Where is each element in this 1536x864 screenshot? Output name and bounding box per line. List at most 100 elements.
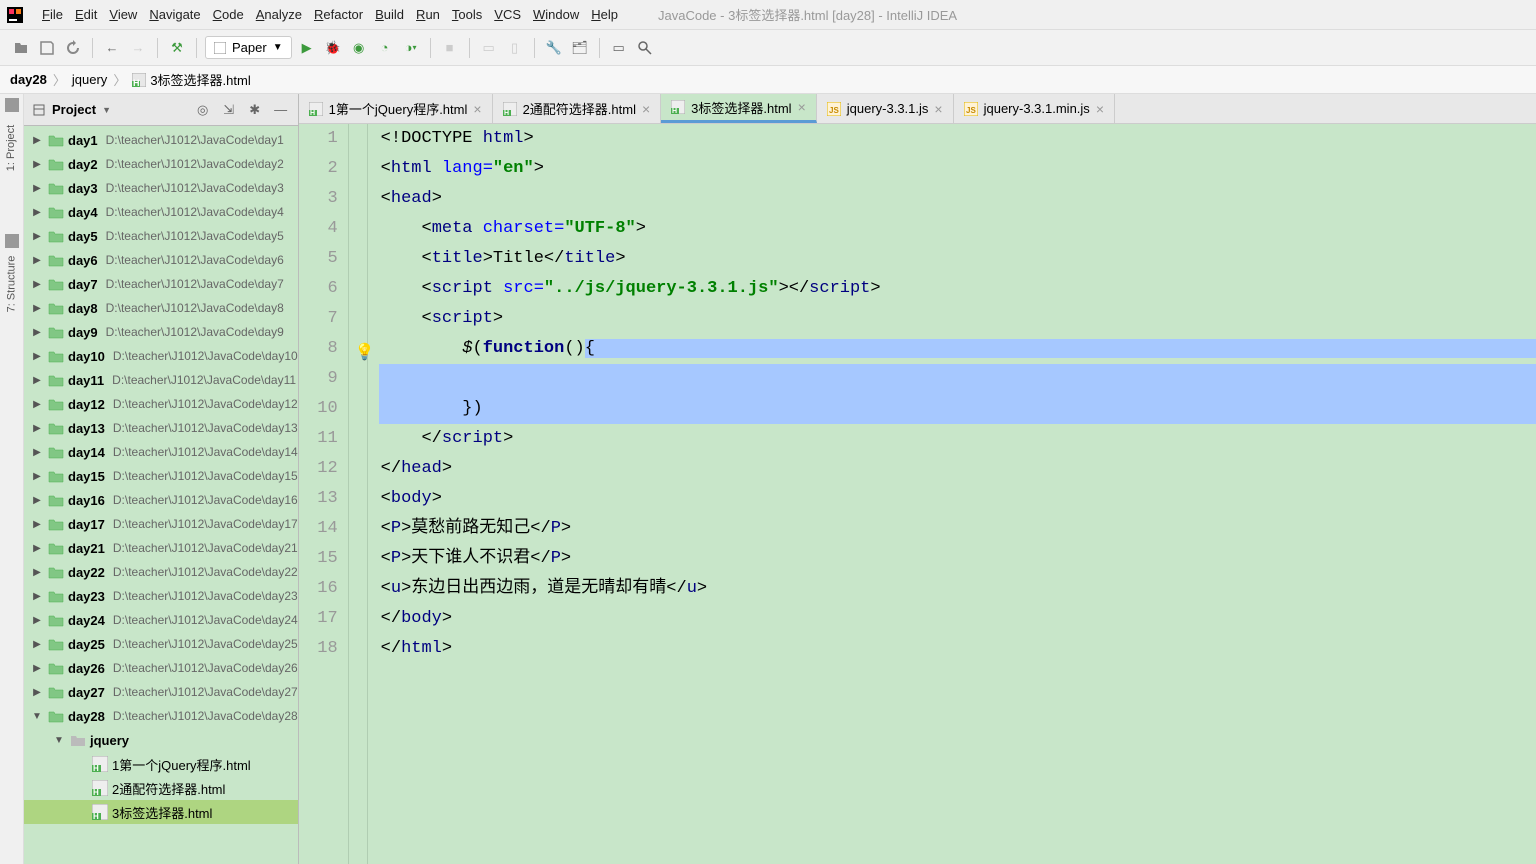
code-line[interactable]: <u>东边日出西边雨，道是无晴却有晴</u> [379,574,1536,604]
tree-item[interactable]: ▶day10D:\teacher\J1012\JavaCode\day10 [24,344,298,368]
open-icon[interactable] [10,37,32,59]
code-line[interactable]: <P>莫愁前路无知己</P> [379,514,1536,544]
project-tree[interactable]: ▶day1D:\teacher\J1012\JavaCode\day1▶day2… [24,126,298,864]
tree-item[interactable]: ▶day14D:\teacher\J1012\JavaCode\day14 [24,440,298,464]
structure-tool-icon[interactable] [5,234,19,248]
back-icon[interactable]: ← [101,37,123,59]
tree-item[interactable]: ▶day25D:\teacher\J1012\JavaCode\day25 [24,632,298,656]
menu-run[interactable]: Run [410,3,446,26]
tree-arrow-icon[interactable]: ▼ [30,709,44,723]
tree-item[interactable]: ▼jquery [24,728,298,752]
menu-window[interactable]: Window [527,3,585,26]
close-icon[interactable]: × [934,101,942,117]
code-line[interactable]: <script src="../js/jquery-3.3.1.js"></sc… [379,274,1536,304]
menu-refactor[interactable]: Refactor [308,3,369,26]
code-line[interactable]: </html> [379,634,1536,664]
tree-arrow-icon[interactable]: ▶ [30,661,44,675]
tree-arrow-icon[interactable]: ▶ [30,517,44,531]
breadcrumb-item[interactable]: jquery [72,72,107,87]
menu-help[interactable]: Help [585,3,624,26]
run-icon[interactable]: ▶ [296,37,318,59]
close-icon[interactable]: × [1096,101,1104,117]
tree-item[interactable]: ▶day23D:\teacher\J1012\JavaCode\day23 [24,584,298,608]
editor-tab[interactable]: H3标签选择器.html× [661,94,817,123]
save-icon[interactable] [36,37,58,59]
tree-item[interactable]: ▶day15D:\teacher\J1012\JavaCode\day15 [24,464,298,488]
menu-edit[interactable]: Edit [69,3,103,26]
code-line[interactable]: $(function(){ [379,334,1536,364]
tree-item[interactable]: ▶day1D:\teacher\J1012\JavaCode\day1 [24,128,298,152]
editor-tab[interactable]: JSjquery-3.3.1.js× [817,94,954,123]
forward-icon[interactable]: → [127,37,149,59]
close-icon[interactable]: × [798,99,806,115]
tree-item[interactable]: ▶day16D:\teacher\J1012\JavaCode\day16 [24,488,298,512]
layout2-icon[interactable]: ▯ [504,37,526,59]
code-line[interactable]: </head> [379,454,1536,484]
debug-icon[interactable]: 🐞 [322,37,344,59]
stop-icon[interactable]: ■ [439,37,461,59]
tree-arrow-icon[interactable]: ▶ [30,469,44,483]
tree-arrow-icon[interactable] [74,757,88,771]
settings-gear-icon[interactable]: ✱ [246,101,264,119]
tree-arrow-icon[interactable]: ▶ [30,181,44,195]
tree-item[interactable]: ▶day17D:\teacher\J1012\JavaCode\day17 [24,512,298,536]
code-line[interactable]: <P>天下谁人不识君</P> [379,544,1536,574]
menu-build[interactable]: Build [369,3,410,26]
tree-arrow-icon[interactable]: ▶ [30,397,44,411]
close-icon[interactable]: × [473,101,481,117]
tree-arrow-icon[interactable]: ▶ [30,205,44,219]
code-line[interactable]: </body> [379,604,1536,634]
menu-tools[interactable]: Tools [446,3,488,26]
intention-bulb-icon[interactable]: 💡 [355,338,375,368]
close-icon[interactable]: × [642,101,650,117]
tree-item[interactable]: ▶day2D:\teacher\J1012\JavaCode\day2 [24,152,298,176]
tree-item[interactable]: ▼day28D:\teacher\J1012\JavaCode\day28 [24,704,298,728]
menu-code[interactable]: Code [207,3,250,26]
tree-item[interactable]: ▶day5D:\teacher\J1012\JavaCode\day5 [24,224,298,248]
breadcrumb-item[interactable]: H 3标签选择器.html [132,70,250,89]
tree-item[interactable]: H3标签选择器.html [24,800,298,824]
project-tool-label[interactable]: 1: Project [0,125,38,171]
menu-file[interactable]: File [36,3,69,26]
tree-arrow-icon[interactable]: ▶ [30,637,44,651]
code-line[interactable]: <html lang="en"> [379,154,1536,184]
tree-arrow-icon[interactable]: ▶ [30,589,44,603]
code-line[interactable]: <head> [379,184,1536,214]
tree-item[interactable]: ▶day8D:\teacher\J1012\JavaCode\day8 [24,296,298,320]
tree-arrow-icon[interactable]: ▼ [52,733,66,747]
editor-tab[interactable]: H1第一个jQuery程序.html× [299,94,493,123]
code-line[interactable]: <meta charset="UTF-8"> [379,214,1536,244]
code-line[interactable] [379,364,1536,394]
menu-view[interactable]: View [103,3,143,26]
tree-item[interactable]: ▶day12D:\teacher\J1012\JavaCode\day12 [24,392,298,416]
tree-arrow-icon[interactable]: ▶ [30,541,44,555]
concurrency-icon[interactable]: ◑▾ [400,37,422,59]
settings-icon[interactable]: 🔧 [543,37,565,59]
collapse-icon[interactable]: ⇲ [220,101,238,119]
presentation-icon[interactable]: ▭ [608,37,630,59]
code-editor[interactable]: 123456789101112131415161718 💡 <!DOCTYPE … [299,124,1536,864]
build-icon[interactable]: ⚒ [166,37,188,59]
code-line[interactable]: <title>Title</title> [379,244,1536,274]
code-content[interactable]: <!DOCTYPE html><html lang="en"><head> <m… [379,124,1536,864]
tree-arrow-icon[interactable]: ▶ [30,373,44,387]
structure-tool-label[interactable]: 7: Structure [0,256,38,313]
locate-icon[interactable]: ◎ [194,101,212,119]
tree-arrow-icon[interactable]: ▶ [30,349,44,363]
tree-arrow-icon[interactable]: ▶ [30,565,44,579]
code-line[interactable]: <body> [379,484,1536,514]
tree-arrow-icon[interactable]: ▶ [30,421,44,435]
tree-arrow-icon[interactable]: ▶ [30,493,44,507]
project-tool-icon[interactable] [5,98,19,112]
refresh-icon[interactable] [62,37,84,59]
tree-arrow-icon[interactable]: ▶ [30,613,44,627]
code-line[interactable]: <script> [379,304,1536,334]
menu-navigate[interactable]: Navigate [143,3,206,26]
tree-item[interactable]: ▶day4D:\teacher\J1012\JavaCode\day4 [24,200,298,224]
tree-arrow-icon[interactable]: ▶ [30,325,44,339]
project-view-selector[interactable]: Project ▼ [32,102,111,117]
hide-icon[interactable]: — [272,101,290,119]
tree-item[interactable]: ▶day11D:\teacher\J1012\JavaCode\day11 [24,368,298,392]
tree-item[interactable]: ▶day13D:\teacher\J1012\JavaCode\day13 [24,416,298,440]
tree-item[interactable]: ▶day9D:\teacher\J1012\JavaCode\day9 [24,320,298,344]
